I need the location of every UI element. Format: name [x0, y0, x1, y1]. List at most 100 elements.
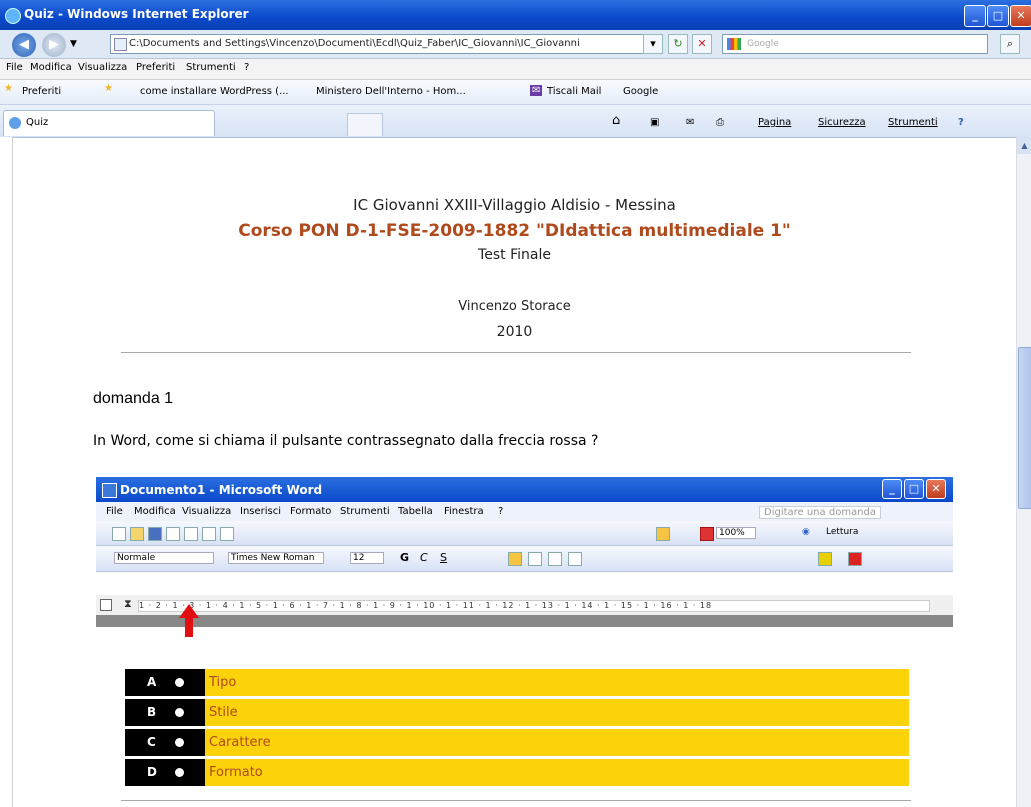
menu-visualizza[interactable]: Visualizza — [78, 62, 127, 73]
tools-menu[interactable]: Strumenti — [888, 117, 938, 128]
font-size-box: 12 — [350, 552, 384, 564]
bold-button: G — [400, 551, 410, 564]
justify-icon — [568, 552, 582, 566]
back-button[interactable]: ◀ — [12, 33, 36, 57]
page-favicon — [9, 117, 21, 129]
paragraph-mark-icon — [700, 527, 714, 541]
word-menu-file: File — [106, 506, 123, 517]
word-help-box: Digitare una domanda — [759, 506, 882, 519]
menu-help[interactable]: ? — [244, 62, 249, 73]
address-toolbar: ◀ ▶ ▼ C:\Documents and Settings\Vincenzo… — [0, 30, 1031, 59]
answer-text[interactable]: Tipo — [205, 669, 909, 696]
close-button[interactable]: ✕ — [1010, 5, 1031, 27]
new-doc-icon — [112, 527, 126, 541]
font-color-icon — [848, 552, 862, 566]
forward-button[interactable]: ▶ — [42, 33, 66, 57]
menu-modifica[interactable]: Modifica — [30, 62, 72, 73]
menu-strumenti[interactable]: Strumenti — [186, 62, 236, 73]
favorites-button[interactable]: Preferiti — [22, 86, 61, 97]
word-menu-strumenti: Strumenti — [340, 506, 390, 517]
page-content: IC Giovanni XXIII-Villaggio Aldisio - Me… — [13, 137, 1016, 807]
radio-dot-icon[interactable] — [175, 708, 184, 717]
favorites-bar: ★ Preferiti ★ come installare WordPress … — [0, 80, 1031, 105]
fav-link-tiscali[interactable]: Tiscali Mail — [547, 86, 601, 97]
word-close-icon: ✕ — [926, 479, 946, 499]
page-left-edge — [0, 137, 13, 807]
divider — [121, 800, 911, 801]
answer-d-marker[interactable]: D — [125, 759, 205, 786]
history-dropdown-icon[interactable]: ▼ — [70, 39, 77, 49]
radio-dot-icon[interactable] — [175, 678, 184, 687]
red-arrow-icon — [179, 604, 199, 637]
underline-button: S — [440, 551, 447, 564]
minimize-button[interactable]: _ — [964, 5, 986, 27]
answer-list: A Tipo B Stile C Carattere D Formato — [125, 669, 909, 789]
add-favorite-icon[interactable]: ★ — [104, 83, 113, 94]
address-dropdown-button[interactable]: ▾ — [643, 34, 663, 54]
word-help-icon: ◉ — [802, 527, 810, 537]
answer-c[interactable]: C Carattere — [125, 729, 909, 756]
window-title-bar: Quiz - Windows Internet Explorer _ □ ✕ — [0, 0, 1031, 30]
read-mail-icon[interactable]: ✉ — [686, 117, 694, 128]
radio-dot-icon[interactable] — [175, 768, 184, 777]
school-name: IC Giovanni XXIII-Villaggio Aldisio - Me… — [353, 196, 676, 214]
search-button[interactable]: ⌕ — [1000, 34, 1020, 54]
answer-c-marker[interactable]: C — [125, 729, 205, 756]
word-minimize-icon: _ — [882, 479, 902, 499]
tab-quiz[interactable]: Quiz — [3, 110, 215, 136]
search-placeholder: Google — [747, 39, 779, 49]
answer-letter: B — [147, 705, 157, 719]
answer-text[interactable]: Formato — [205, 759, 909, 786]
help-icon[interactable]: ? — [958, 117, 964, 128]
answer-letter: A — [147, 675, 157, 689]
home-icon[interactable]: ⌂ — [612, 113, 620, 128]
search-input[interactable]: Google — [722, 34, 988, 54]
scroll-thumb[interactable] — [1018, 347, 1031, 509]
font-box: Times New Roman — [228, 552, 324, 564]
answer-text[interactable]: Stile — [205, 699, 909, 726]
page-menu[interactable]: Pagina — [758, 117, 791, 128]
refresh-button[interactable]: ↻ — [668, 34, 688, 54]
scroll-up-icon[interactable]: ▲ — [1017, 137, 1031, 154]
tab-bar: Quiz ⌂ ▣ ✉ ⎙ Pagina Sicurezza Strumenti … — [0, 105, 1031, 138]
radio-dot-icon[interactable] — [175, 738, 184, 747]
answer-a[interactable]: A Tipo — [125, 669, 909, 696]
vertical-scrollbar[interactable]: ▲ — [1016, 137, 1031, 807]
reading-mode: Lettura — [826, 527, 859, 537]
answer-b[interactable]: B Stile — [125, 699, 909, 726]
word-menu-help: ? — [498, 506, 504, 517]
answer-text[interactable]: Carattere — [205, 729, 909, 756]
window-title: Quiz - Windows Internet Explorer — [24, 7, 249, 21]
question-text: In Word, come si chiama il pulsante cont… — [93, 433, 599, 449]
show-hide-icon — [656, 527, 670, 541]
save-icon — [148, 527, 162, 541]
answer-letter: C — [147, 735, 156, 749]
word-menu-modifica: Modifica — [134, 506, 176, 517]
stop-button[interactable]: ✕ — [692, 34, 712, 54]
word-maximize-icon: □ — [904, 479, 924, 499]
word-document-area — [96, 615, 953, 627]
word-title: Documento1 - Microsoft Word — [120, 483, 323, 497]
word-screenshot: Documento1 - Microsoft Word _ □ ✕ File M… — [96, 477, 953, 637]
spelling-icon — [220, 527, 234, 541]
menu-file[interactable]: File — [6, 62, 23, 73]
fav-link-wordpress[interactable]: come installare WordPress (... — [140, 86, 289, 97]
tiscali-icon: ✉ — [530, 85, 543, 96]
align-center-icon — [528, 552, 542, 566]
maximize-button[interactable]: □ — [987, 5, 1009, 27]
feeds-icon[interactable]: ▣ — [650, 117, 659, 128]
address-field[interactable]: C:\Documents and Settings\Vincenzo\Docum… — [110, 34, 660, 54]
answer-a-marker[interactable]: A — [125, 669, 205, 696]
page-icon — [114, 38, 127, 51]
word-title-bar: Documento1 - Microsoft Word _ □ ✕ — [96, 477, 953, 502]
address-text: C:\Documents and Settings\Vincenzo\Docum… — [129, 38, 580, 49]
print-icon[interactable]: ⎙ — [716, 117, 724, 128]
answer-b-marker[interactable]: B — [125, 699, 205, 726]
answer-letter: D — [147, 765, 157, 779]
safety-menu[interactable]: Sicurezza — [818, 117, 866, 128]
fav-link-google[interactable]: Google — [623, 86, 658, 97]
answer-d[interactable]: D Formato — [125, 759, 909, 786]
menu-preferiti[interactable]: Preferiti — [136, 62, 175, 73]
fav-link-ministero[interactable]: Ministero Dell'Interno - Hom... — [316, 86, 466, 97]
new-tab-button[interactable] — [347, 113, 383, 136]
